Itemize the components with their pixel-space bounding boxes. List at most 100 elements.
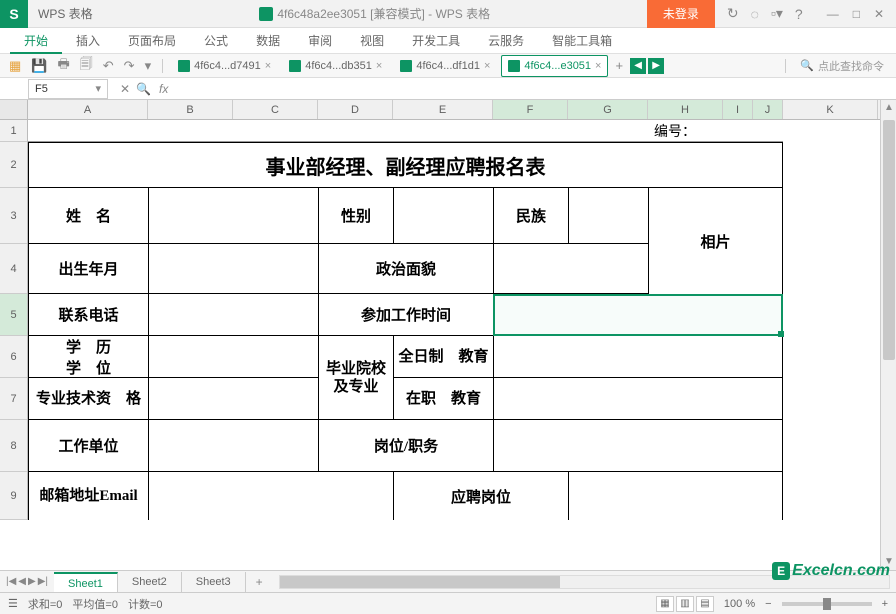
col-A[interactable]: A [28, 100, 148, 119]
doc-tab-3[interactable]: 4f6c4...df1d1× [393, 55, 497, 77]
sheet-last-icon[interactable]: ▶| [38, 576, 48, 587]
cell-join[interactable]: 参加工作时间 [318, 294, 493, 336]
scroll-thumb[interactable] [883, 120, 895, 360]
row-9[interactable]: 9 [0, 472, 27, 520]
cell-onjob-val[interactable] [493, 378, 783, 420]
preview-icon[interactable]: 🗐 [77, 55, 96, 77]
cell-profqual-val[interactable] [148, 378, 318, 420]
cell-ethnic-val[interactable] [568, 188, 648, 244]
close-tab-icon[interactable]: × [595, 60, 601, 72]
cell-politics[interactable]: 政治面貌 [318, 244, 493, 294]
print-icon[interactable]: 🖶 [54, 55, 72, 77]
cell-number-label[interactable]: 编号： [648, 120, 783, 142]
row-7[interactable]: 7 [0, 378, 27, 420]
sheet-tab-2[interactable]: Sheet2 [118, 572, 182, 592]
cell-email-val[interactable] [148, 472, 393, 520]
menu-layout[interactable]: 页面布局 [114, 28, 190, 54]
cell-onjob[interactable]: 在职 教育 [393, 378, 493, 420]
menu-data[interactable]: 数据 [242, 28, 294, 54]
row-4[interactable]: 4 [0, 244, 27, 294]
sheet-next-icon[interactable]: ▶ [28, 576, 36, 587]
sheet-prev-icon[interactable]: ◀ [18, 576, 26, 587]
menu-view[interactable]: 视图 [346, 28, 398, 54]
doc-tab-2[interactable]: 4f6c4...db351× [282, 55, 389, 77]
row-6[interactable]: 6 [0, 336, 27, 378]
row-headers[interactable]: 1 2 3 4 5 6 7 8 9 [0, 120, 28, 520]
status-menu-icon[interactable]: ☰ [8, 597, 18, 610]
doc-tab-1[interactable]: 4f6c4...d7491× [171, 55, 278, 77]
sheet-body[interactable]: 编号： 事业部经理、副经理应聘报名表 姓 名 性别 民族 相片 出生年月 政治面… [28, 120, 880, 570]
close-tab-icon[interactable]: × [376, 60, 382, 72]
column-headers[interactable]: A B C D E F G H I J K [0, 100, 880, 120]
cell-post-val[interactable] [493, 420, 783, 472]
name-box[interactable]: F5▾ [28, 79, 108, 99]
cell-ethnic[interactable]: 民族 [493, 188, 568, 244]
save-icon[interactable]: 💾 [28, 58, 50, 74]
row-3[interactable]: 3 [0, 188, 27, 244]
cell-blank[interactable] [28, 120, 648, 142]
col-B[interactable]: B [148, 100, 233, 119]
zoom-slider[interactable] [782, 602, 872, 606]
cell-degree[interactable]: 学 位 [28, 357, 148, 378]
close-tab-icon[interactable]: × [484, 60, 490, 72]
cell-edu-val[interactable] [148, 336, 318, 378]
cell-applypost-val[interactable] [568, 472, 783, 520]
undo-icon[interactable]: ↶ [100, 58, 117, 74]
chevron-down-icon[interactable]: ▾ [95, 82, 101, 95]
cell-photo[interactable]: 相片 [648, 188, 783, 294]
help-icon[interactable]: ? [795, 6, 803, 22]
sheet-tab-1[interactable]: Sheet1 [54, 572, 118, 592]
doc-tab-4[interactable]: 4f6c4...e3051× [501, 55, 608, 77]
row-8[interactable]: 8 [0, 420, 27, 472]
menu-formula[interactable]: 公式 [190, 28, 242, 54]
cancel-fx-icon[interactable]: ✕ [120, 82, 130, 96]
col-H[interactable]: H [648, 100, 723, 119]
add-sheet-button[interactable]: + [246, 575, 273, 589]
menu-dev[interactable]: 开发工具 [398, 28, 474, 54]
cloud-icon[interactable]: ◌ [751, 6, 759, 22]
close-tab-icon[interactable]: × [265, 60, 271, 72]
cell-politics-val[interactable] [493, 244, 648, 294]
accept-fx-icon[interactable]: 🔍 [136, 82, 151, 96]
cell-workunit[interactable]: 工作单位 [28, 420, 148, 472]
tab-next-button[interactable]: ▶ [648, 58, 664, 74]
spreadsheet-grid[interactable]: A B C D E F G H I J K 1 2 3 4 5 6 7 8 9 … [0, 100, 896, 570]
open-icon[interactable]: ▦ [6, 58, 24, 74]
cell-email[interactable]: 邮箱地址Email [28, 472, 148, 520]
col-G[interactable]: G [568, 100, 648, 119]
cell-post[interactable]: 岗位/职务 [318, 420, 493, 472]
cell-profqual[interactable]: 专业技术资 格 [28, 378, 148, 420]
cell-gender-val[interactable] [393, 188, 493, 244]
cell-birth-val[interactable] [148, 244, 318, 294]
formula-input[interactable] [172, 79, 896, 99]
col-C[interactable]: C [233, 100, 318, 119]
menu-insert[interactable]: 插入 [62, 28, 114, 54]
hscroll-thumb[interactable] [280, 576, 560, 588]
cell-edu[interactable]: 学 历 [28, 336, 148, 357]
select-all-corner[interactable] [0, 100, 28, 119]
cell-workunit-val[interactable] [148, 420, 318, 472]
cell-birth[interactable]: 出生年月 [28, 244, 148, 294]
menu-start[interactable]: 开始 [10, 28, 62, 54]
zoom-knob[interactable] [823, 598, 831, 610]
cell-phone-val[interactable] [148, 294, 318, 336]
col-E[interactable]: E [393, 100, 493, 119]
minimize-button[interactable]: — [827, 7, 839, 21]
col-D[interactable]: D [318, 100, 393, 119]
scroll-up-icon[interactable]: ▲ [881, 100, 896, 116]
redo-icon[interactable]: ↷ [121, 58, 138, 74]
col-F[interactable]: F [493, 100, 568, 119]
qa-dropdown-icon[interactable]: ▾ [142, 58, 155, 74]
vertical-scrollbar[interactable]: ▲ ▼ [880, 100, 896, 570]
cell-gender[interactable]: 性别 [318, 188, 393, 244]
col-K[interactable]: K [783, 100, 878, 119]
cell-name[interactable]: 姓 名 [28, 188, 148, 244]
sync-icon[interactable]: ↻ [727, 5, 739, 22]
row-1[interactable]: 1 [0, 120, 27, 142]
zoom-out-button[interactable]: − [765, 598, 771, 610]
cell-join-val[interactable] [493, 294, 783, 336]
zoom-in-button[interactable]: + [882, 598, 888, 610]
zoom-label[interactable]: 100 % [724, 598, 755, 610]
cell-school[interactable]: 毕业院校及专业 [318, 336, 393, 420]
menu-review[interactable]: 审阅 [294, 28, 346, 54]
